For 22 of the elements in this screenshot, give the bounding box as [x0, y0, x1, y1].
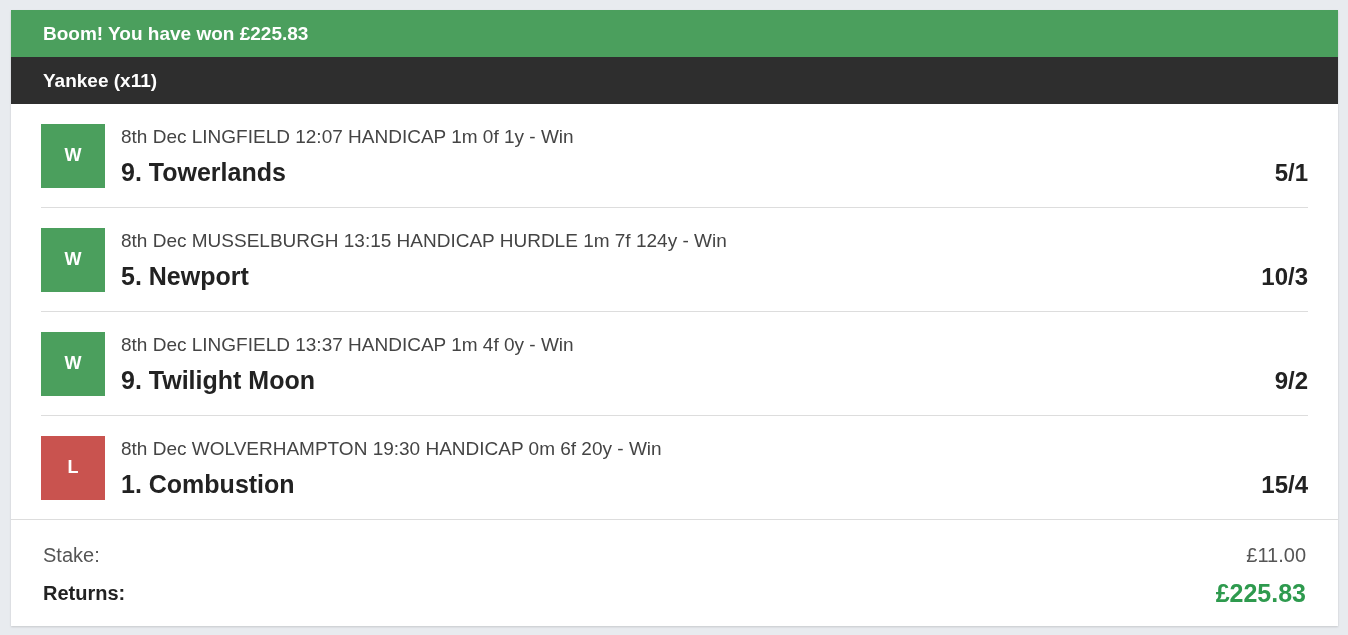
- result-badge: W: [41, 331, 105, 396]
- stake-amount: £11.00: [1246, 543, 1306, 567]
- bet-type-header: Yankee (x11): [11, 57, 1338, 104]
- result-badge: W: [41, 123, 105, 188]
- race-details: 8th Dec MUSSELBURGH 13:15 HANDICAP HURDLE 1m 7f 124y - Win: [121, 230, 728, 252]
- runner-name: 5. Newport: [121, 262, 249, 291]
- odds: 9/2: [1274, 367, 1308, 395]
- odds: 10/3: [1261, 263, 1308, 291]
- runner-name: 1. Combustion: [121, 470, 295, 499]
- race-details: 8th Dec LINGFIELD 12:07 HANDICAP 1m 0f 1y - Win: [121, 126, 575, 148]
- odds: 5/1: [1274, 159, 1308, 187]
- result-badge: W: [41, 227, 105, 292]
- stake-label: Stake:: [43, 543, 100, 567]
- runner-name: 9. Twilight Moon: [121, 366, 315, 395]
- race-details: 8th Dec LINGFIELD 13:37 HANDICAP 1m 4f 0y - Win: [121, 334, 575, 356]
- race-details: 8th Dec WOLVERHAMPTON 19:30 HANDICAP 0m 6f 20y - Win: [121, 438, 663, 460]
- returns-label: Returns:: [43, 581, 126, 605]
- odds: 15/4: [1261, 471, 1308, 499]
- returns-amount: £225.83: [1215, 578, 1306, 608]
- result-badge: L: [41, 435, 105, 500]
- win-banner: Boom! You have won £225.83: [11, 10, 1338, 57]
- runner-name: 9. Towerlands: [121, 158, 286, 187]
